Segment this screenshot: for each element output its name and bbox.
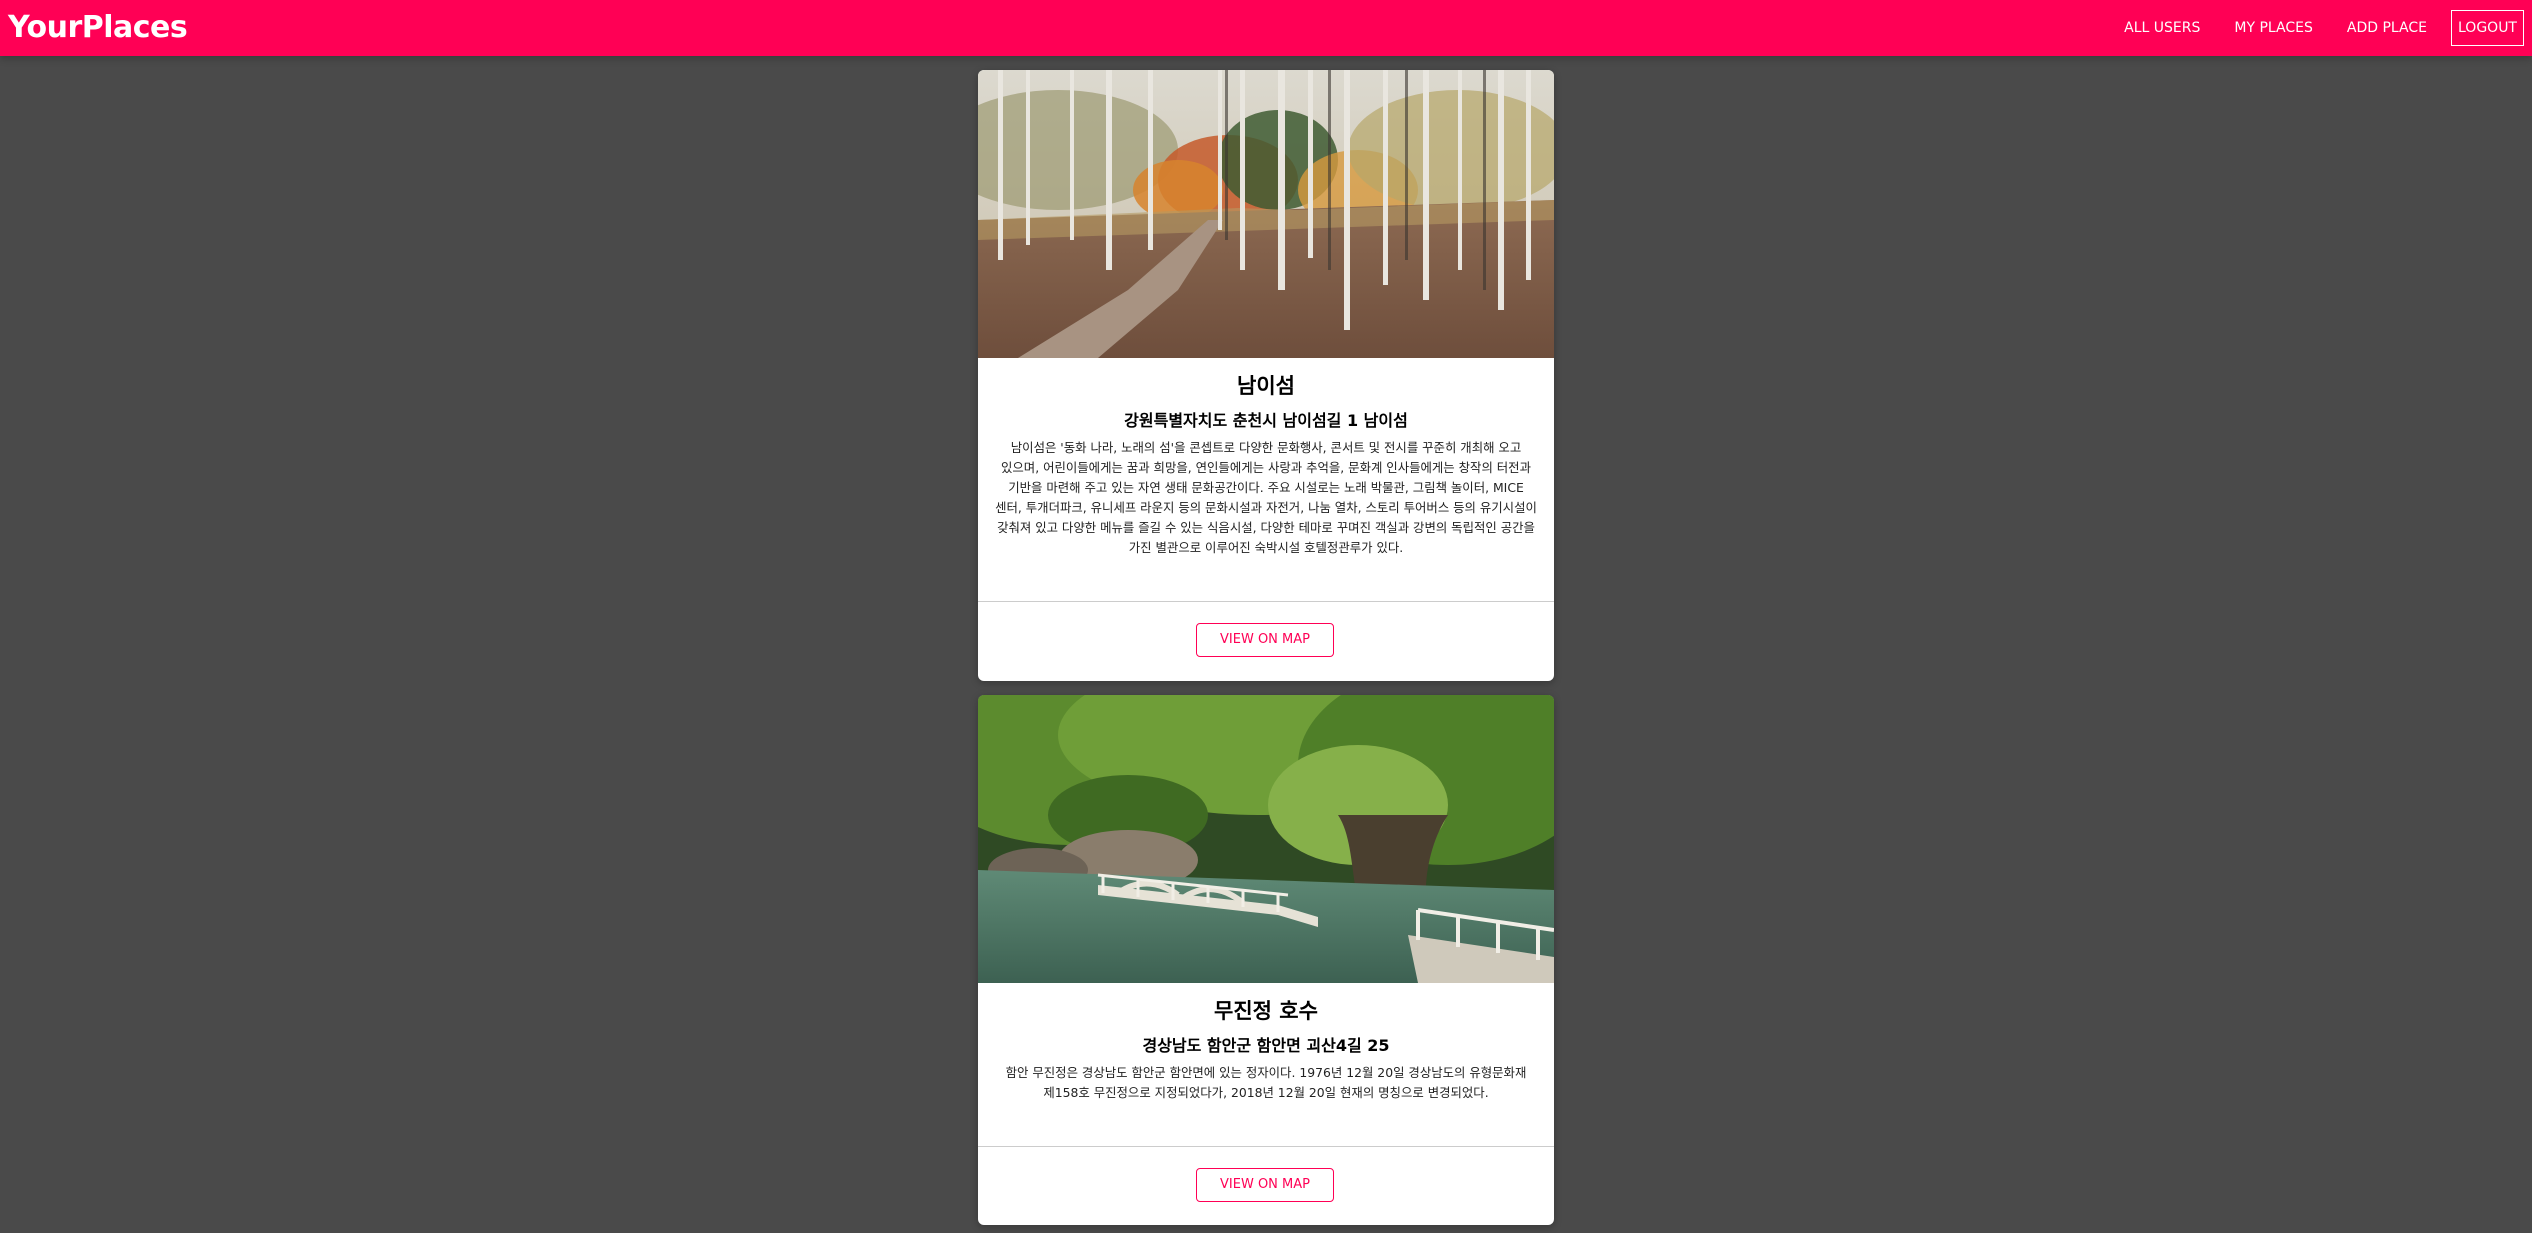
card-divider (978, 601, 1554, 602)
view-on-map-button[interactable]: VIEW ON MAP (1196, 1168, 1334, 1202)
nav-add-place-link[interactable]: ADD PLACE (2331, 10, 2443, 46)
place-info: 남이섬 강원특별자치도 춘천시 남이섬길 1 남이섬 남이섬은 '동화 나라, … (978, 358, 1554, 558)
view-on-map-button[interactable]: VIEW ON MAP (1196, 623, 1334, 657)
place-title: 남이섬 (1237, 374, 1295, 398)
place-address: 경상남도 함안군 함안면 괴산4길 25 (1142, 1036, 1390, 1055)
main-header: YourPlaces ALL USERS MY PLACES ADD PLACE… (0, 0, 2532, 56)
place-image (978, 70, 1554, 358)
logout-button[interactable]: LOGOUT (2451, 10, 2524, 46)
place-card: 무진정 호수 경상남도 함안군 함안면 괴산4길 25 함안 무진정은 경상남도… (978, 695, 1554, 1225)
place-image (978, 695, 1554, 983)
app-logo[interactable]: YourPlaces (8, 9, 188, 47)
place-title: 무진정 호수 (1214, 999, 1318, 1023)
place-address: 강원특별자치도 춘천시 남이섬길 1 남이섬 (1124, 411, 1408, 430)
nav-all-users-link[interactable]: ALL USERS (2108, 10, 2216, 46)
nav-my-places-link[interactable]: MY PLACES (2218, 10, 2328, 46)
place-info: 무진정 호수 경상남도 함안군 함안면 괴산4길 25 함안 무진정은 경상남도… (978, 983, 1554, 1103)
place-description: 남이섬은 '동화 나라, 노래의 섬'을 콘셉트로 다양한 문화행사, 콘서트 … (995, 440, 1537, 555)
main-navigation: ALL USERS MY PLACES ADD PLACE LOGOUT (2106, 10, 2524, 46)
card-divider (978, 1146, 1554, 1147)
place-description: 함안 무진정은 경상남도 함안군 함안면에 있는 정자이다. 1976년 12월… (1005, 1065, 1527, 1100)
place-card: 남이섬 강원특별자치도 춘천시 남이섬길 1 남이섬 남이섬은 '동화 나라, … (978, 70, 1554, 681)
